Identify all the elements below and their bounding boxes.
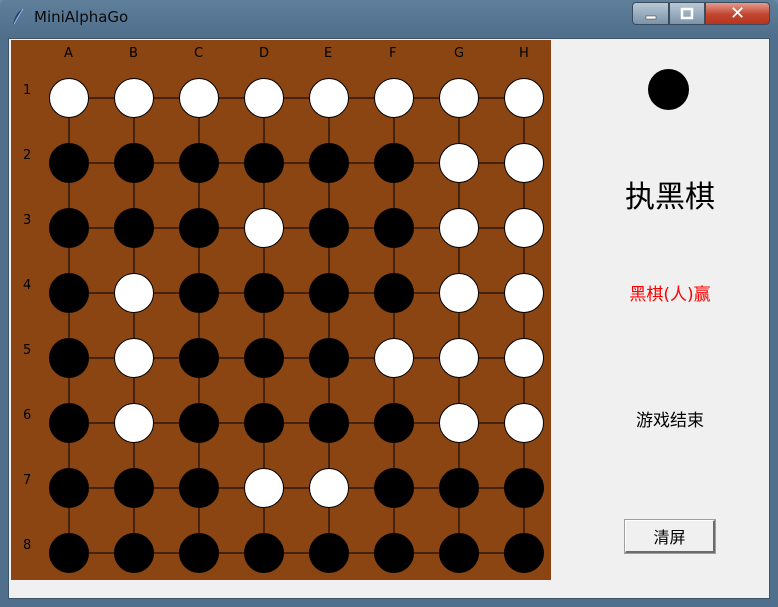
black-stone-H7[interactable]: [504, 468, 544, 508]
row-label-8: 8: [23, 538, 32, 553]
current-turn-stone: [648, 69, 689, 110]
black-stone-B3[interactable]: [114, 208, 154, 248]
window-title: MiniAlphaGo: [34, 8, 129, 26]
black-stone-F2[interactable]: [374, 143, 414, 183]
black-stone-C4[interactable]: [179, 273, 219, 313]
black-stone-B7[interactable]: [114, 468, 154, 508]
black-stone-E6[interactable]: [309, 403, 349, 443]
white-stone-H1[interactable]: [504, 78, 544, 118]
white-stone-H4[interactable]: [504, 273, 544, 313]
black-stone-D5[interactable]: [244, 338, 284, 378]
column-label-E: E: [324, 46, 333, 61]
black-stone-C8[interactable]: [179, 533, 219, 573]
column-label-H: H: [519, 46, 529, 61]
maximize-button[interactable]: [669, 2, 705, 25]
clear-screen-button[interactable]: 清屏: [624, 519, 716, 554]
black-stone-D8[interactable]: [244, 533, 284, 573]
black-stone-A8[interactable]: [49, 533, 89, 573]
black-stone-F8[interactable]: [374, 533, 414, 573]
white-stone-B6[interactable]: [114, 403, 154, 443]
game-result-label: 黑棋(人)赢: [629, 285, 711, 305]
row-label-4: 4: [23, 278, 32, 293]
white-stone-B5[interactable]: [114, 338, 154, 378]
row-label-2: 2: [23, 148, 32, 163]
black-stone-A5[interactable]: [49, 338, 89, 378]
white-stone-F1[interactable]: [374, 78, 414, 118]
row-label-5: 5: [23, 343, 32, 358]
black-stone-D4[interactable]: [244, 273, 284, 313]
black-stone-E8[interactable]: [309, 533, 349, 573]
black-stone-D2[interactable]: [244, 143, 284, 183]
column-label-B: B: [129, 46, 138, 61]
black-stone-F3[interactable]: [374, 208, 414, 248]
white-stone-A1[interactable]: [49, 78, 89, 118]
black-stone-E2[interactable]: [309, 143, 349, 183]
minimize-button[interactable]: [632, 2, 669, 25]
go-board[interactable]: [11, 40, 551, 580]
black-stone-F7[interactable]: [374, 468, 414, 508]
row-label-7: 7: [23, 473, 32, 488]
app-window: MiniAlphaGo ✕ A B C D E F G H 1 2 3 4 5 6 7 8 执黑棋 黑棋(人)…: [0, 0, 778, 607]
white-stone-E1[interactable]: [309, 78, 349, 118]
black-stone-D6[interactable]: [244, 403, 284, 443]
black-stone-C5[interactable]: [179, 338, 219, 378]
white-stone-B4[interactable]: [114, 273, 154, 313]
black-stone-A7[interactable]: [49, 468, 89, 508]
white-stone-G6[interactable]: [439, 403, 479, 443]
white-stone-H5[interactable]: [504, 338, 544, 378]
row-label-3: 3: [23, 213, 32, 228]
column-label-C: C: [194, 46, 204, 61]
close-icon: ✕: [729, 3, 746, 24]
black-stone-A6[interactable]: [49, 403, 89, 443]
player-color-label: 执黑棋: [625, 180, 715, 215]
black-stone-F6[interactable]: [374, 403, 414, 443]
black-stone-H8[interactable]: [504, 533, 544, 573]
column-label-D: D: [259, 46, 270, 61]
close-button[interactable]: ✕: [705, 2, 770, 25]
feather-icon: [13, 8, 24, 25]
black-stone-E5[interactable]: [309, 338, 349, 378]
black-stone-B8[interactable]: [114, 533, 154, 573]
black-stone-C7[interactable]: [179, 468, 219, 508]
black-stone-E4[interactable]: [309, 273, 349, 313]
row-label-1: 1: [23, 83, 32, 98]
white-stone-H6[interactable]: [504, 403, 544, 443]
black-stone-C6[interactable]: [179, 403, 219, 443]
game-status-label: 游戏结束: [636, 411, 704, 431]
black-stone-F4[interactable]: [374, 273, 414, 313]
white-stone-G4[interactable]: [439, 273, 479, 313]
column-label-F: F: [389, 46, 397, 61]
white-stone-B1[interactable]: [114, 78, 154, 118]
row-label-6: 6: [23, 408, 32, 423]
black-stone-G8[interactable]: [439, 533, 479, 573]
white-stone-G3[interactable]: [439, 208, 479, 248]
white-stone-H3[interactable]: [504, 208, 544, 248]
black-stone-E3[interactable]: [309, 208, 349, 248]
white-stone-E7[interactable]: [309, 468, 349, 508]
background-window-ghost: [372, 0, 627, 34]
black-stone-A2[interactable]: [49, 143, 89, 183]
white-stone-G1[interactable]: [439, 78, 479, 118]
white-stone-H2[interactable]: [504, 143, 544, 183]
title-bar[interactable]: MiniAlphaGo ✕: [0, 0, 778, 34]
white-stone-D3[interactable]: [244, 208, 284, 248]
minimize-icon: [645, 15, 656, 19]
white-stone-G2[interactable]: [439, 143, 479, 183]
black-stone-G7[interactable]: [439, 468, 479, 508]
column-label-G: G: [454, 46, 465, 61]
black-stone-C2[interactable]: [179, 143, 219, 183]
white-stone-F5[interactable]: [374, 338, 414, 378]
black-stone-A3[interactable]: [49, 208, 89, 248]
maximize-icon: [680, 7, 694, 19]
white-stone-D1[interactable]: [244, 78, 284, 118]
black-stone-C3[interactable]: [179, 208, 219, 248]
black-stone-B2[interactable]: [114, 143, 154, 183]
black-stone-A4[interactable]: [49, 273, 89, 313]
white-stone-D7[interactable]: [244, 468, 284, 508]
white-stone-G5[interactable]: [439, 338, 479, 378]
column-label-A: A: [64, 46, 73, 61]
board-grid[interactable]: [11, 40, 551, 580]
white-stone-C1[interactable]: [179, 78, 219, 118]
